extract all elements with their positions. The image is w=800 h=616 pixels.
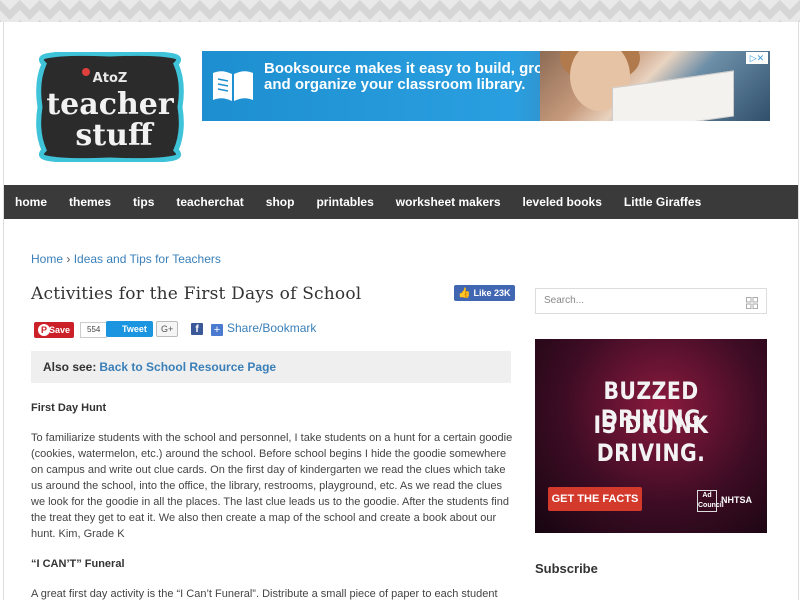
also-see-box: Also see: Back to School Resource Page	[31, 351, 511, 383]
nhtsa-logo: NHTSA	[721, 495, 752, 505]
logo-stuff: stuff	[75, 118, 155, 153]
site-logo[interactable]: AtoZ teacher stuff	[34, 50, 186, 164]
nav-printables[interactable]: printables	[305, 185, 384, 219]
open-book-icon	[210, 65, 256, 105]
plus-icon: +	[211, 324, 223, 336]
tweet-button[interactable]: Tweet	[106, 321, 153, 337]
facebook-share-icon[interactable]: f	[191, 323, 203, 335]
nav-tips[interactable]: tips	[122, 185, 165, 219]
banner-text: Booksource makes it easy to build, grow …	[264, 60, 555, 93]
breadcrumb-section-link[interactable]: Ideas and Tips for Teachers	[74, 252, 221, 266]
also-see-link[interactable]: Back to School Resource Page	[99, 360, 276, 374]
nav-themes[interactable]: themes	[58, 185, 122, 219]
main-nav: home themes tips teacherchat shop printa…	[4, 185, 798, 219]
adchoices-icon[interactable]: ▷✕	[746, 52, 768, 64]
page-container: AtoZ teacher stuff Booksource makes it e…	[3, 22, 799, 600]
article-body: First Day Hunt To familiarize students w…	[31, 400, 514, 616]
share-bar: P Save 554 Tweet G+ f + Share/Bookmark	[34, 320, 354, 340]
google-plus-button[interactable]: G+	[156, 321, 179, 337]
save-count: 554	[80, 322, 108, 338]
search-grid-icon[interactable]	[746, 295, 758, 309]
section-heading-i-cant-funeral: “I CAN’T” Funeral	[31, 558, 125, 570]
ad-headline-2: IS DRUNK DRIVING.	[593, 411, 709, 467]
save-label: Save	[48, 325, 70, 335]
nav-home[interactable]: home	[4, 185, 58, 219]
buzzed-driving-ad[interactable]: BUZZED DRIVING IS DRUNK DRIVING. GET THE…	[535, 339, 767, 533]
page-title: Activities for the First Days of School	[31, 284, 362, 304]
breadcrumb-separator: ›	[63, 252, 74, 266]
share-bookmark-label: Share/Bookmark	[227, 321, 317, 335]
thumbs-up-icon: 👍	[458, 287, 471, 299]
fb-like-label: Like	[473, 288, 492, 298]
share-bookmark-link[interactable]: + Share/Bookmark	[211, 321, 316, 336]
fb-like-count: 23K	[493, 288, 511, 298]
nav-little-giraffes[interactable]: Little Giraffes	[613, 185, 712, 219]
nav-teacherchat[interactable]: teacherchat	[165, 185, 254, 219]
nav-leveled-books[interactable]: leveled books	[512, 185, 613, 219]
search-input[interactable]: Search...	[535, 288, 767, 314]
search-placeholder: Search...	[544, 295, 585, 306]
nav-shop[interactable]: shop	[255, 185, 306, 219]
nav-worksheet-makers[interactable]: worksheet makers	[385, 185, 512, 219]
ad-council-logo: Ad Council	[697, 490, 724, 512]
paragraph-first-day-hunt: To familiarize students with the school …	[31, 432, 513, 540]
subscribe-heading: Subscribe	[535, 561, 598, 576]
get-the-facts-button[interactable]: GET THE FACTS	[548, 487, 642, 511]
breadcrumb-home-link[interactable]: Home	[31, 252, 63, 266]
tweet-label: Tweet	[122, 324, 147, 334]
banner-photo	[540, 51, 770, 121]
pinterest-save-button[interactable]: P Save	[34, 322, 74, 338]
breadcrumb: Home › Ideas and Tips for Teachers	[31, 252, 221, 266]
logo-teacher: teacher	[46, 87, 175, 122]
section-heading-first-day-hunt: First Day Hunt	[31, 402, 107, 414]
facebook-like-button[interactable]: 👍 Like 23K	[454, 285, 515, 301]
logo-atoz: AtoZ	[93, 71, 128, 86]
top-chevron-band	[0, 0, 800, 22]
booksource-banner-ad[interactable]: Booksource makes it easy to build, grow …	[202, 51, 770, 121]
also-see-label: Also see:	[43, 360, 97, 374]
pinterest-icon: P	[38, 324, 50, 336]
